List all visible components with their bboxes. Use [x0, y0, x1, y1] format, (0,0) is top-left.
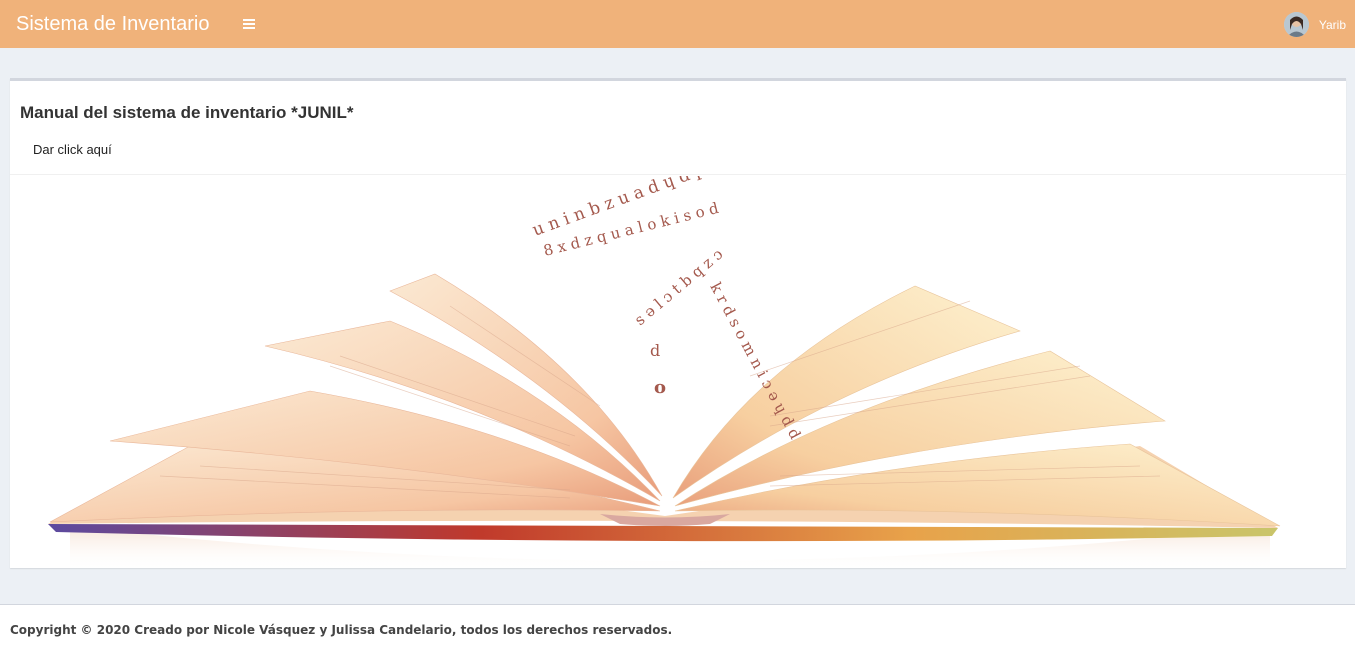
- letters-dot: o: [654, 377, 666, 398]
- letters-line-e: d: [650, 341, 660, 360]
- manual-link[interactable]: Dar click aquí: [33, 142, 112, 157]
- copyright-text: Copyright © 2020 Creado por Nicole Vásqu…: [10, 623, 673, 637]
- user-name: Yarib: [1318, 17, 1346, 32]
- manual-box: Manual del sistema de inventario *JUNIL*…: [10, 78, 1346, 571]
- box-header: Manual del sistema de inventario *JUNIL*…: [10, 81, 1346, 175]
- hamburger-icon[interactable]: [243, 18, 257, 30]
- open-book-image: u n i n b z u a d ɥ d p ǝ ɔ a 8 x d z q …: [10, 176, 1346, 571]
- app-brand[interactable]: Sistema de Inventario: [16, 13, 209, 36]
- top-navbar: Sistema de Inventario Yarib: [0, 0, 1355, 48]
- user-menu[interactable]: Yarib: [1283, 12, 1346, 37]
- page-footer: Copyright © 2020 Creado por Nicole Vásqu…: [0, 604, 1355, 648]
- box-title: Manual del sistema de inventario *JUNIL*: [20, 103, 354, 122]
- user-avatar: [1283, 12, 1309, 37]
